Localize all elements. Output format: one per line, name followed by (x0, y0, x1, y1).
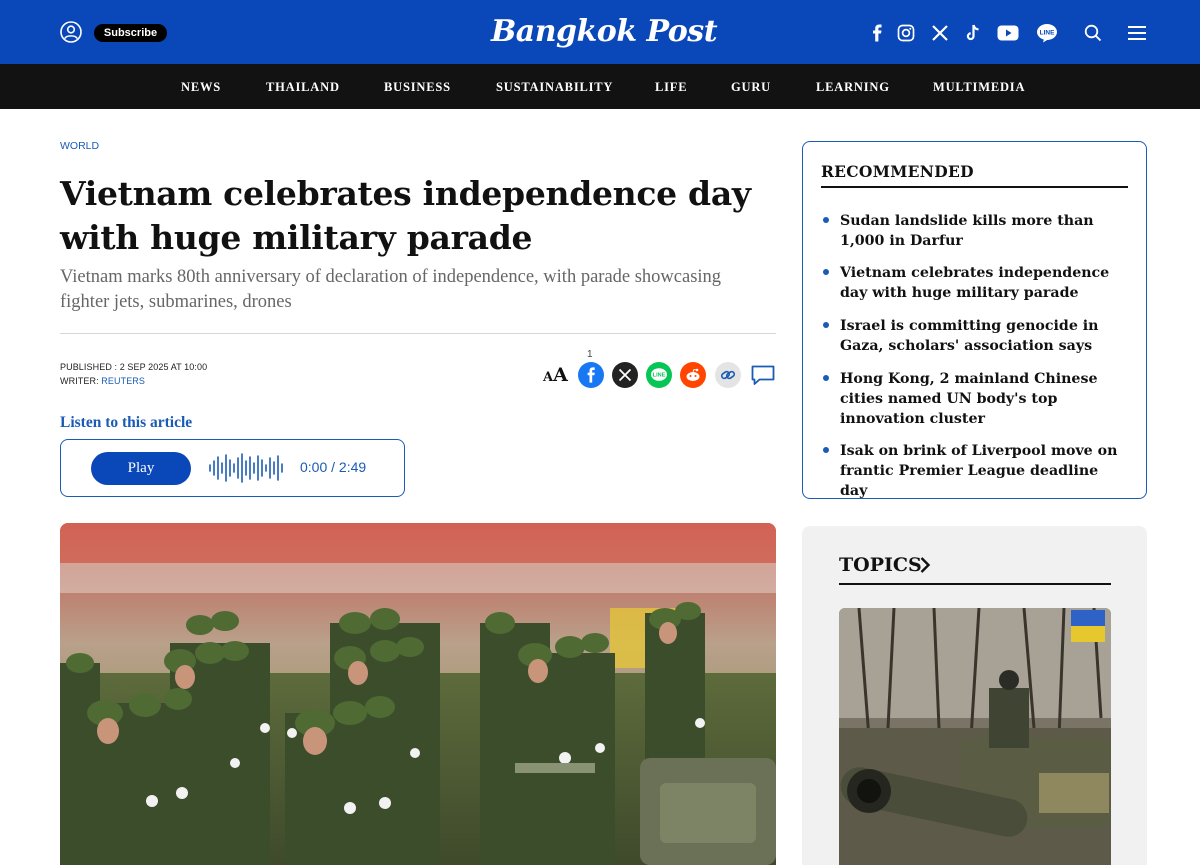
top-header-bar: Subscribe Bangkok Post LINE (0, 0, 1200, 64)
site-logo[interactable]: Bangkok Post (480, 12, 728, 52)
svg-text:LINE: LINE (1040, 30, 1055, 37)
recommended-rule (821, 186, 1128, 188)
font-size-icon[interactable]: AA (543, 364, 568, 386)
facebook-share-icon[interactable] (578, 362, 604, 388)
tiktok-icon[interactable] (961, 21, 985, 45)
bullet-icon (823, 447, 829, 453)
topics-rule (839, 583, 1111, 585)
bullet-icon (823, 375, 829, 381)
listen-label: Listen to this article (60, 414, 193, 431)
search-icon[interactable] (1081, 21, 1105, 45)
topics-box: TOPICS (802, 526, 1147, 865)
recommended-box: RECOMMENDED Sudan landslide kills more t… (802, 141, 1147, 499)
topics-title[interactable]: TOPICS (839, 554, 922, 576)
article-hero-image (60, 523, 776, 865)
divider (60, 333, 776, 334)
nav-learning[interactable]: LEARNING (816, 64, 890, 109)
audio-time: 0:00 / 2:49 (300, 459, 367, 475)
main-nav: NEWS THAILAND BUSINESS SUSTAINABILITY LI… (0, 64, 1200, 109)
recommended-link[interactable]: Hong Kong, 2 mainland Chinese cities nam… (840, 369, 1130, 429)
article-headline: Vietnam celebrates independence day with… (60, 174, 751, 257)
youtube-icon[interactable] (996, 21, 1020, 45)
recommended-link[interactable]: Sudan landslide kills more than 1,000 in… (840, 211, 1130, 251)
copy-link-icon[interactable] (715, 362, 741, 388)
user-icon[interactable] (60, 21, 82, 43)
writer-label: WRITER: (60, 376, 102, 386)
bullet-icon (823, 217, 829, 223)
nav-sustainability[interactable]: SUSTAINABILITY (496, 64, 613, 109)
recommended-title: RECOMMENDED (821, 162, 974, 181)
recommended-link[interactable]: Israel is committing genocide in Gaza, s… (840, 316, 1130, 356)
nav-life[interactable]: LIFE (655, 64, 687, 109)
nav-guru[interactable]: GURU (731, 64, 771, 109)
nav-thailand[interactable]: THAILAND (266, 64, 340, 109)
bullet-icon (823, 322, 829, 328)
x-icon[interactable] (928, 21, 952, 45)
x-share-icon[interactable] (612, 362, 638, 388)
nav-business[interactable]: BUSINESS (384, 64, 451, 109)
audio-player: Play 0:00 / 2:49 (60, 439, 405, 497)
nav-news[interactable]: NEWS (181, 64, 221, 109)
article-subheadline: Vietnam marks 80th anniversary of declar… (60, 267, 722, 312)
writer-line: WRITER: REUTERS (60, 376, 145, 386)
facebook-icon[interactable] (865, 21, 889, 45)
comment-icon[interactable] (750, 362, 776, 388)
recommended-link[interactable]: Isak on brink of Liverpool move on frant… (840, 441, 1130, 501)
writer-link[interactable]: REUTERS (101, 376, 145, 386)
topics-image[interactable] (839, 608, 1111, 865)
nav-multimedia[interactable]: MULTIMEDIA (933, 64, 1025, 109)
line-share-icon[interactable]: LINE (646, 362, 672, 388)
menu-icon[interactable] (1125, 21, 1149, 45)
published-date: PUBLISHED : 2 SEP 2025 AT 10:00 (60, 362, 208, 372)
line-icon[interactable]: LINE (1035, 21, 1059, 45)
share-count: 1 (587, 349, 593, 360)
svg-text:LINE: LINE (653, 373, 666, 379)
subscribe-button[interactable]: Subscribe (94, 24, 167, 42)
instagram-icon[interactable] (894, 21, 918, 45)
section-label[interactable]: WORLD (60, 140, 99, 152)
chevron-right-icon[interactable] (919, 556, 931, 579)
recommended-link[interactable]: Vietnam celebrates independence day with… (840, 263, 1130, 303)
waveform-icon (209, 453, 283, 483)
play-button[interactable]: Play (91, 452, 191, 485)
reddit-share-icon[interactable] (680, 362, 706, 388)
bullet-icon (823, 269, 829, 275)
